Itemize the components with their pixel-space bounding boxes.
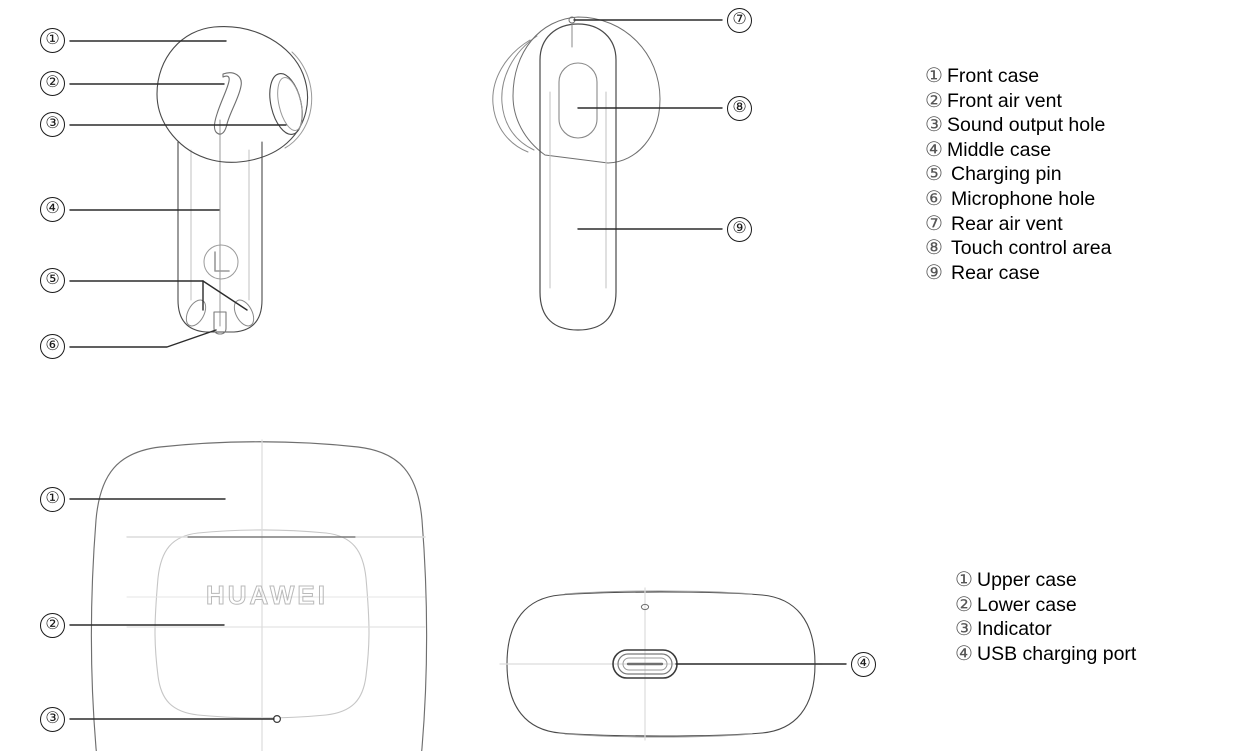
- legend-label-rear-air-vent: Rear air vent: [951, 212, 1063, 235]
- legend-marker-5: ⑤: [925, 163, 943, 186]
- case-legend: ① Upper case ② Lower case ③ Indicator ④ …: [955, 568, 1136, 666]
- callout-marker-1-upper-case[interactable]: ①: [40, 487, 65, 512]
- legend-marker-6: ⑥: [925, 187, 943, 210]
- legend-marker-case-3: ③: [955, 618, 973, 641]
- callout-marker-2-lower-case[interactable]: ②: [40, 613, 65, 638]
- front-case-shape: [156, 26, 313, 163]
- legend-item-lower-case: ② Lower case: [955, 593, 1136, 618]
- legend-label-front-air-vent: Front air vent: [947, 89, 1062, 112]
- legend-item-middle-case: ④ Middle case: [925, 138, 1111, 163]
- legend-label-microphone-hole: Microphone hole: [951, 187, 1096, 210]
- earbud-front-view: [69, 26, 313, 348]
- legend-item-indicator: ③ Indicator: [955, 617, 1136, 642]
- ear-tip-shape: [492, 35, 538, 153]
- callout-marker-8-touch-control-area[interactable]: ⑧: [727, 96, 752, 121]
- rear-case-head-shape: [512, 16, 661, 164]
- left-channel-mark: [203, 244, 239, 280]
- legend-label-front-case: Front case: [947, 65, 1040, 87]
- legend-item-sound-output-hole: ③ Sound output hole: [925, 113, 1111, 138]
- legend-item-rear-air-vent: ⑦ Rear air vent: [925, 212, 1111, 237]
- legend-marker-1: ①: [925, 65, 943, 87]
- legend-label-rear-case: Rear case: [951, 261, 1040, 284]
- legend-marker-case-2: ②: [955, 593, 973, 616]
- legend-marker-4: ④: [925, 138, 943, 161]
- legend-item-touch-control-area: ⑧ Touch control area: [925, 236, 1111, 261]
- rear-air-vent-shape: [568, 16, 576, 48]
- middle-case-shape: [177, 119, 263, 333]
- legend-label-lower-case: Lower case: [977, 593, 1077, 616]
- legend-item-rear-case: ⑨ Rear case: [925, 261, 1111, 286]
- legend-item-usb-charging-port: ④ USB charging port: [955, 642, 1136, 667]
- callout-marker-2-front-air-vent[interactable]: ②: [40, 71, 65, 96]
- legend-marker-9: ⑨: [925, 261, 943, 284]
- legend-item-charging-pin: ⑤ Charging pin: [925, 162, 1111, 187]
- earbud-side-view: [492, 16, 723, 331]
- callout-marker-6-microphone-hole[interactable]: ⑥: [40, 334, 65, 359]
- legend-marker-3: ③: [925, 114, 943, 137]
- rear-case-stem-shape: [539, 23, 617, 331]
- legend-label-middle-case: Middle case: [947, 138, 1052, 161]
- diagram-canvas: ① ② ③ ④ ⑤ ⑥ ⑦ ⑧ ⑨ ① ② ③ ④ HUAWEI ① Front…: [0, 0, 1242, 751]
- case-bottom-view: [499, 587, 847, 741]
- legend-item-upper-case: ① Upper case: [955, 568, 1136, 593]
- legend-item-microphone-hole: ⑥ Microphone hole: [925, 187, 1111, 212]
- touch-control-area-shape: [558, 62, 598, 139]
- legend-marker-case-1: ①: [955, 569, 973, 591]
- legend-marker-7: ⑦: [925, 212, 943, 235]
- callout-marker-9-rear-case[interactable]: ⑨: [727, 217, 752, 242]
- callout-marker-4-middle-case[interactable]: ④: [40, 197, 65, 222]
- legend-item-front-case: ① Front case: [925, 64, 1111, 89]
- callout-marker-5-charging-pin[interactable]: ⑤: [40, 268, 65, 293]
- legend-label-upper-case: Upper case: [977, 569, 1077, 591]
- callout-marker-3-sound-output-hole[interactable]: ③: [40, 112, 65, 137]
- callout-marker-4-usb-charging-port[interactable]: ④: [851, 652, 876, 677]
- legend-label-charging-pin: Charging pin: [951, 163, 1062, 186]
- usb-charging-port-shape: [612, 649, 678, 679]
- legend-marker-2: ②: [925, 89, 943, 112]
- legend-marker-8: ⑧: [925, 237, 943, 260]
- legend-label-sound-output-hole: Sound output hole: [947, 114, 1106, 137]
- legend-label-usb-charging-port: USB charging port: [977, 642, 1137, 665]
- legend-marker-case-4: ④: [955, 642, 973, 665]
- earbud-legend: ① Front case ② Front air vent ③ Sound ou…: [925, 64, 1111, 285]
- legend-item-front-air-vent: ② Front air vent: [925, 89, 1111, 114]
- callout-marker-1-front-case[interactable]: ①: [40, 28, 65, 53]
- legend-label-indicator: Indicator: [977, 618, 1052, 641]
- callout-marker-3-indicator[interactable]: ③: [40, 707, 65, 732]
- sound-output-hole-shape: [269, 73, 303, 135]
- legend-label-touch-control-area: Touch control area: [951, 237, 1112, 260]
- huawei-wordmark: HUAWEI: [206, 580, 328, 611]
- callout-marker-7-rear-air-vent[interactable]: ⑦: [727, 8, 752, 33]
